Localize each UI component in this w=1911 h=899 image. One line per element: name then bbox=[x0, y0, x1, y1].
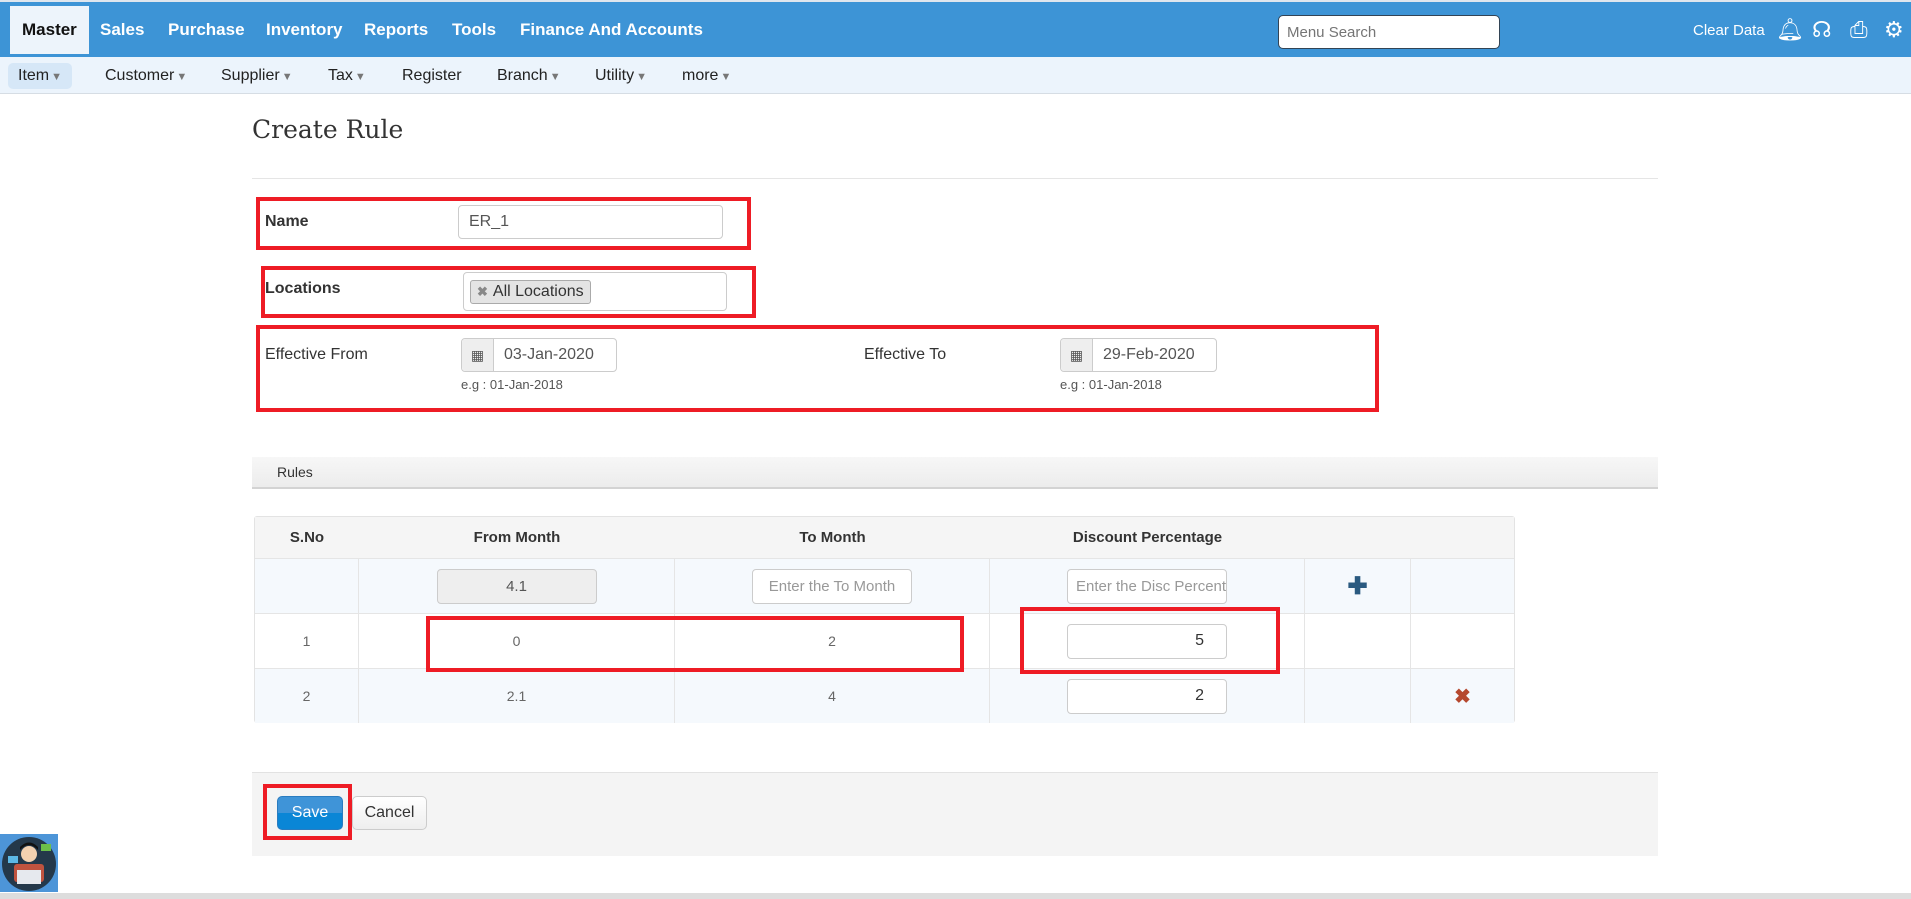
cell-to: 4 bbox=[675, 669, 990, 723]
divider bbox=[252, 178, 1658, 179]
add-row-icon[interactable]: ✚ bbox=[1305, 559, 1411, 613]
entry-row: 4.1 Enter the To Month Enter the Disc Pe… bbox=[255, 559, 1514, 614]
caret-down-icon: ▼ bbox=[549, 71, 561, 83]
caret-down-icon: ▼ bbox=[636, 71, 647, 83]
calendar-icon[interactable]: ▦ bbox=[462, 339, 494, 371]
cell-sno: 1 bbox=[255, 614, 359, 668]
gear-icon[interactable]: ⚙ bbox=[1884, 16, 1904, 44]
nav-reports[interactable]: Reports bbox=[352, 2, 440, 57]
nav-inventory[interactable]: Inventory bbox=[254, 2, 355, 57]
cell-empty bbox=[1411, 559, 1514, 613]
cancel-button[interactable]: Cancel bbox=[352, 796, 427, 830]
cell-discount: Enter the Disc Percentage bbox=[990, 559, 1305, 613]
caret-down-icon: ▼ bbox=[354, 71, 366, 83]
subnav-item[interactable]: Item ▼ bbox=[8, 63, 73, 89]
subnav-customer[interactable]: Customer ▼ bbox=[95, 63, 197, 89]
subnav-label: Register bbox=[402, 67, 462, 84]
nav-sales[interactable]: Sales bbox=[88, 2, 156, 57]
location-tag-label: All Locations bbox=[492, 282, 584, 300]
form-footer bbox=[252, 772, 1658, 856]
effective-from-input[interactable]: ▦ 03-Jan-2020 bbox=[461, 338, 617, 372]
subnav-more[interactable]: more ▼ bbox=[672, 63, 741, 89]
cell-from: 4.1 bbox=[359, 559, 675, 613]
table-row: 1 0 2 5 bbox=[255, 614, 1514, 669]
effective-to-value: 29-Feb-2020 bbox=[1103, 346, 1195, 363]
caret-down-icon: ▼ bbox=[281, 71, 293, 83]
calendar-icon[interactable]: ▦ bbox=[1061, 339, 1093, 371]
locations-label: Locations bbox=[265, 280, 341, 297]
header-discount: Discount Percentage bbox=[1072, 529, 1223, 546]
name-value: ER_1 bbox=[469, 213, 510, 230]
header-to-month: To Month bbox=[799, 529, 866, 546]
cell-from: 0 bbox=[359, 614, 675, 668]
to-month-input[interactable]: Enter the To Month bbox=[752, 568, 912, 604]
subnav-label: Supplier bbox=[221, 67, 280, 84]
name-input[interactable]: ER_1 bbox=[458, 205, 723, 239]
cell-empty bbox=[1305, 614, 1411, 668]
caret-down-icon: ▼ bbox=[51, 71, 63, 83]
header-from-month: From Month bbox=[473, 529, 561, 546]
cell-empty bbox=[1411, 614, 1514, 668]
subnav-register[interactable]: Register bbox=[392, 63, 472, 89]
delete-row-icon[interactable]: ✖ bbox=[1411, 669, 1514, 723]
page-title: Create Rule bbox=[252, 115, 404, 144]
discount-input[interactable]: 2 bbox=[1067, 678, 1227, 714]
cell-discount: 2 bbox=[990, 669, 1305, 723]
chat-support-avatar[interactable] bbox=[0, 834, 58, 892]
effective-from-label: Effective From bbox=[265, 346, 368, 363]
cell-sno: 2 bbox=[255, 669, 359, 723]
nav-tools[interactable]: Tools bbox=[440, 2, 508, 57]
nav-purchase[interactable]: Purchase bbox=[156, 2, 257, 57]
discount-input[interactable]: 5 bbox=[1067, 623, 1227, 659]
subnav-label: Branch bbox=[497, 67, 548, 84]
effective-to-input[interactable]: ▦ 29-Feb-2020 bbox=[1060, 338, 1217, 372]
support-agent-icon bbox=[2, 837, 56, 891]
rules-table: S.No From Month To Month Discount Percen… bbox=[254, 516, 1515, 723]
subnav-supplier[interactable]: Supplier ▼ bbox=[211, 63, 303, 89]
table-row: 2 2.1 4 2 ✖ bbox=[255, 669, 1514, 723]
rules-section-header: Rules bbox=[252, 457, 1658, 489]
location-tag: ✖ All Locations bbox=[470, 279, 591, 304]
header-sno: S.No bbox=[289, 529, 325, 546]
cell-empty bbox=[255, 559, 359, 613]
save-button[interactable]: Save bbox=[277, 796, 343, 830]
header-empty bbox=[1305, 517, 1411, 558]
effective-to-label: Effective To bbox=[864, 346, 947, 363]
table-header: S.No From Month To Month Discount Percen… bbox=[255, 517, 1514, 559]
header-empty bbox=[1411, 517, 1514, 558]
date-hint: e.g : 01-Jan-2018 bbox=[1060, 377, 1162, 392]
subnav-label: Item bbox=[18, 67, 50, 84]
subnav-label: Utility bbox=[595, 67, 635, 84]
cell-to: Enter the To Month bbox=[675, 559, 990, 613]
top-navbar: Master Sales Purchase Inventory Reports … bbox=[0, 0, 1911, 57]
printer-icon[interactable]: ⎙ bbox=[1850, 16, 1868, 44]
effective-from-value: 03-Jan-2020 bbox=[504, 346, 594, 363]
subnav-branch[interactable]: Branch ▼ bbox=[487, 63, 571, 89]
remove-tag-icon[interactable]: ✖ bbox=[477, 284, 488, 300]
subnav-utility[interactable]: Utility ▼ bbox=[585, 63, 657, 89]
cell-discount: 5 bbox=[990, 614, 1305, 668]
caret-down-icon: ▼ bbox=[176, 71, 188, 83]
locations-multiselect[interactable]: ✖ All Locations bbox=[463, 272, 727, 311]
discount-input[interactable]: Enter the Disc Percentage bbox=[1067, 568, 1227, 604]
subnav-label: Tax bbox=[328, 67, 353, 84]
subnav-label: more bbox=[682, 67, 719, 84]
from-month-input[interactable]: 4.1 bbox=[436, 568, 597, 604]
cell-from: 2.1 bbox=[359, 669, 675, 723]
bell-icon[interactable]: 🔔︎ bbox=[1776, 16, 1804, 44]
cell-to: 2 bbox=[675, 614, 990, 668]
nav-master[interactable]: Master bbox=[10, 6, 89, 54]
bottom-scrollbar[interactable] bbox=[0, 893, 1911, 899]
support-headset-icon[interactable]: ☊ bbox=[1812, 16, 1832, 44]
menu-search-input[interactable] bbox=[1278, 15, 1500, 49]
cell-empty bbox=[1305, 669, 1411, 723]
nav-finance-and-accounts[interactable]: Finance And Accounts bbox=[508, 2, 715, 57]
subnav-tax[interactable]: Tax ▼ bbox=[318, 63, 376, 89]
caret-down-icon: ▼ bbox=[720, 71, 732, 83]
sub-navbar: Item ▼ Customer ▼ Supplier ▼ Tax ▼ Register … bbox=[0, 57, 1911, 94]
name-label: Name bbox=[265, 213, 309, 230]
clear-data-link[interactable]: Clear Data bbox=[1693, 22, 1765, 39]
subnav-label: Customer bbox=[105, 67, 175, 84]
date-hint: e.g : 01-Jan-2018 bbox=[461, 377, 563, 392]
